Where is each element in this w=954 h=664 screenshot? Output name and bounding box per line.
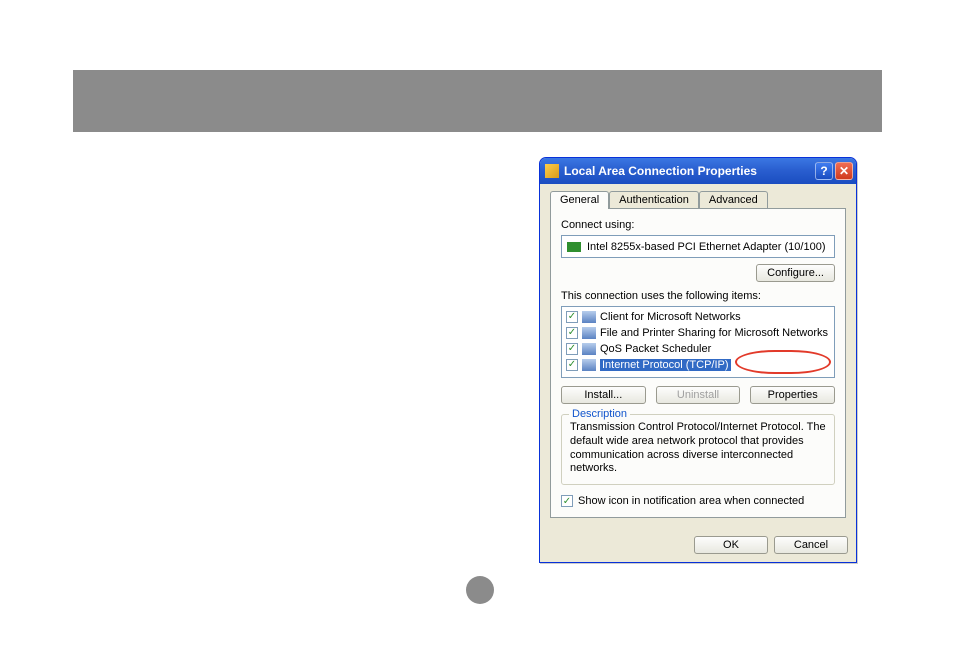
item-label: Client for Microsoft Networks (600, 311, 741, 323)
window-title: Local Area Connection Properties (564, 164, 813, 178)
network-icon (545, 164, 559, 178)
page-number-circle (466, 576, 494, 604)
ok-button[interactable]: OK (694, 536, 768, 554)
notify-label: Show icon in notification area when conn… (578, 495, 804, 507)
client-icon (582, 311, 596, 323)
item-buttons-row: Install... Uninstall Properties (561, 386, 835, 404)
list-item[interactable]: QoS Packet Scheduler (562, 341, 834, 357)
description-group: Description Transmission Control Protoco… (561, 414, 835, 485)
tab-panel-general: Connect using: Intel 8255x-based PCI Eth… (550, 208, 846, 518)
description-text: Transmission Control Protocol/Internet P… (570, 421, 826, 476)
adapter-name: Intel 8255x-based PCI Ethernet Adapter (… (587, 241, 826, 253)
checkbox-icon[interactable] (566, 343, 578, 355)
checkbox-icon[interactable] (566, 359, 578, 371)
dialog-footer: OK Cancel (540, 528, 856, 562)
list-item[interactable]: Client for Microsoft Networks (562, 309, 834, 325)
close-button[interactable]: ✕ (835, 162, 853, 180)
install-button[interactable]: Install... (561, 386, 646, 404)
description-legend: Description (569, 408, 630, 420)
service-icon (582, 327, 596, 339)
item-label: File and Printer Sharing for Microsoft N… (600, 327, 828, 339)
adapter-field[interactable]: Intel 8255x-based PCI Ethernet Adapter (… (561, 235, 835, 258)
nic-icon (567, 242, 581, 252)
list-item[interactable]: File and Printer Sharing for Microsoft N… (562, 325, 834, 341)
checkbox-icon[interactable] (566, 327, 578, 339)
connect-using-label: Connect using: (561, 219, 835, 231)
item-label: Internet Protocol (TCP/IP) (600, 359, 731, 371)
properties-button[interactable]: Properties (750, 386, 835, 404)
checkbox-icon[interactable] (566, 311, 578, 323)
uninstall-button: Uninstall (656, 386, 741, 404)
dialog-body: General Authentication Advanced Connect … (540, 184, 856, 528)
configure-button[interactable]: Configure... (756, 264, 835, 282)
notify-checkbox[interactable] (561, 495, 573, 507)
tab-strip: General Authentication Advanced (550, 191, 846, 208)
help-button[interactable]: ? (815, 162, 833, 180)
connection-properties-dialog: Local Area Connection Properties ? ✕ Gen… (539, 157, 857, 563)
titlebar[interactable]: Local Area Connection Properties ? ✕ (540, 158, 856, 184)
item-label: QoS Packet Scheduler (600, 343, 711, 355)
protocol-icon (582, 359, 596, 371)
list-item[interactable]: Internet Protocol (TCP/IP) (562, 357, 834, 373)
tab-general[interactable]: General (550, 191, 609, 209)
cancel-button[interactable]: Cancel (774, 536, 848, 554)
service-icon (582, 343, 596, 355)
connection-items-list[interactable]: Client for Microsoft Networks File and P… (561, 306, 835, 378)
tab-authentication[interactable]: Authentication (609, 191, 699, 208)
items-label: This connection uses the following items… (561, 290, 835, 302)
tab-advanced[interactable]: Advanced (699, 191, 768, 208)
page-banner (73, 70, 882, 132)
notify-row[interactable]: Show icon in notification area when conn… (561, 495, 835, 507)
